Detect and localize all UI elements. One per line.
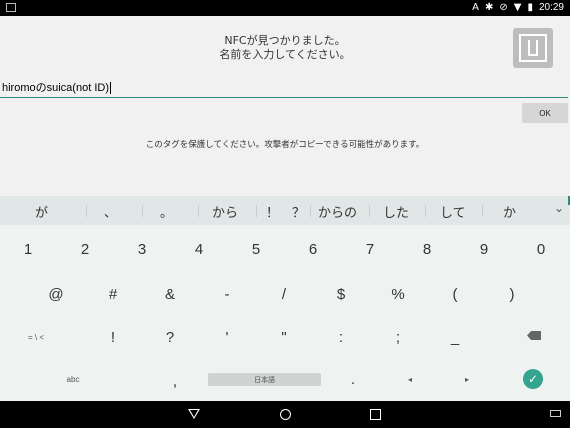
key-exclamation[interactable]: ! <box>93 329 133 346</box>
suggestion-item[interactable]: して <box>440 202 466 221</box>
suggestion-item[interactable]: ？ <box>292 202 305 221</box>
dialog-title: NFCが見つかりました。 名前を入力してください。 <box>0 34 570 62</box>
key-period[interactable]: . <box>333 371 373 388</box>
key-question[interactable]: ? <box>150 329 190 346</box>
enter-check-icon[interactable]: ✓ <box>523 369 543 389</box>
recents-icon[interactable] <box>370 409 381 420</box>
key-more-symbols[interactable]: = \ < <box>16 333 56 342</box>
chevron-down-icon[interactable]: ⌄ <box>554 201 564 215</box>
key-colon[interactable]: : <box>321 329 361 346</box>
wifi-icon: ▼ <box>513 2 522 13</box>
battery-icon: ▮ <box>527 2 533 13</box>
key-2[interactable]: 2 <box>65 241 105 258</box>
key-7[interactable]: 7 <box>350 241 390 258</box>
keyboard-switch-icon[interactable] <box>550 410 561 417</box>
key-dollar[interactable]: $ <box>321 286 361 303</box>
key-close-paren[interactable]: ) <box>492 286 532 303</box>
blocked-icon: ⊘ <box>499 2 508 13</box>
suggestion-item[interactable]: 。 <box>160 202 173 221</box>
key-5[interactable]: 5 <box>236 241 276 258</box>
warning-text: このタグを保護してください。攻撃者がコピーできる可能性があります。 <box>145 140 425 150</box>
key-3[interactable]: 3 <box>122 241 162 258</box>
a-icon: A <box>472 2 479 13</box>
suggestion-item[interactable]: が <box>35 202 48 221</box>
key-1[interactable]: 1 <box>8 241 48 258</box>
suggestion-item[interactable]: からの <box>318 202 357 221</box>
cursor-right-icon[interactable]: ▸ <box>447 375 487 384</box>
key-4[interactable]: 4 <box>179 241 219 258</box>
suggestion-item[interactable]: した <box>383 202 409 221</box>
text-cursor <box>109 82 111 95</box>
suggestion-item[interactable]: ！ <box>266 202 279 221</box>
key-8[interactable]: 8 <box>407 241 447 258</box>
key-at[interactable]: @ <box>36 286 76 303</box>
key-abc[interactable]: abc <box>53 375 93 384</box>
key-comma[interactable]: , <box>155 373 195 390</box>
bluetooth-icon: ✱ <box>484 2 494 13</box>
suggestion-strip: が 、 。 から ！ ？ からの した して か ⌄ <box>0 196 570 225</box>
image-notification-icon <box>6 3 16 12</box>
key-underscore[interactable]: _ <box>435 329 475 346</box>
home-icon[interactable] <box>280 409 291 420</box>
key-open-paren[interactable]: ( <box>435 286 475 303</box>
input-underline <box>0 97 568 98</box>
nfc-dialog: NFCが見つかりました。 名前を入力してください。 hiromoのsuica(n… <box>0 16 570 196</box>
title-line-2: 名前を入力してください。 <box>219 48 351 61</box>
title-line-1: NFCが見つかりました。 <box>224 34 346 47</box>
nfc-logo-icon <box>513 28 553 68</box>
key-slash[interactable]: / <box>264 286 304 303</box>
tag-name-input[interactable]: hiromoのsuica(not ID) <box>0 79 570 97</box>
tag-name-value: hiromoのsuica(not ID) <box>2 82 109 94</box>
back-icon[interactable] <box>188 409 200 419</box>
space-bar[interactable]: 日本語 <box>208 373 321 386</box>
key-ampersand[interactable]: & <box>150 286 190 303</box>
key-hash[interactable]: # <box>93 286 133 303</box>
key-percent[interactable]: % <box>378 286 418 303</box>
key-6[interactable]: 6 <box>293 241 333 258</box>
ok-button[interactable]: OK <box>522 103 568 123</box>
navigation-bar <box>0 401 570 428</box>
backspace-icon[interactable] <box>527 331 541 340</box>
suggestion-item[interactable]: か <box>503 202 516 221</box>
suggestion-item[interactable]: 、 <box>104 202 117 221</box>
status-bar: A ✱ ⊘ ▼ ▮ 20:29 <box>0 0 570 16</box>
key-minus[interactable]: - <box>207 286 247 303</box>
cursor-left-icon[interactable]: ◂ <box>390 375 430 384</box>
clock: 20:29 <box>538 2 564 13</box>
key-semicolon[interactable]: ; <box>378 329 418 346</box>
soft-keyboard: 1 2 3 4 5 6 7 8 9 0 @ # & - / $ % ( ) = … <box>0 225 570 401</box>
key-9[interactable]: 9 <box>464 241 504 258</box>
suggestion-item[interactable]: から <box>212 202 238 221</box>
key-quote[interactable]: " <box>264 329 304 346</box>
key-apostrophe[interactable]: ' <box>207 329 247 346</box>
key-0[interactable]: 0 <box>521 241 561 258</box>
